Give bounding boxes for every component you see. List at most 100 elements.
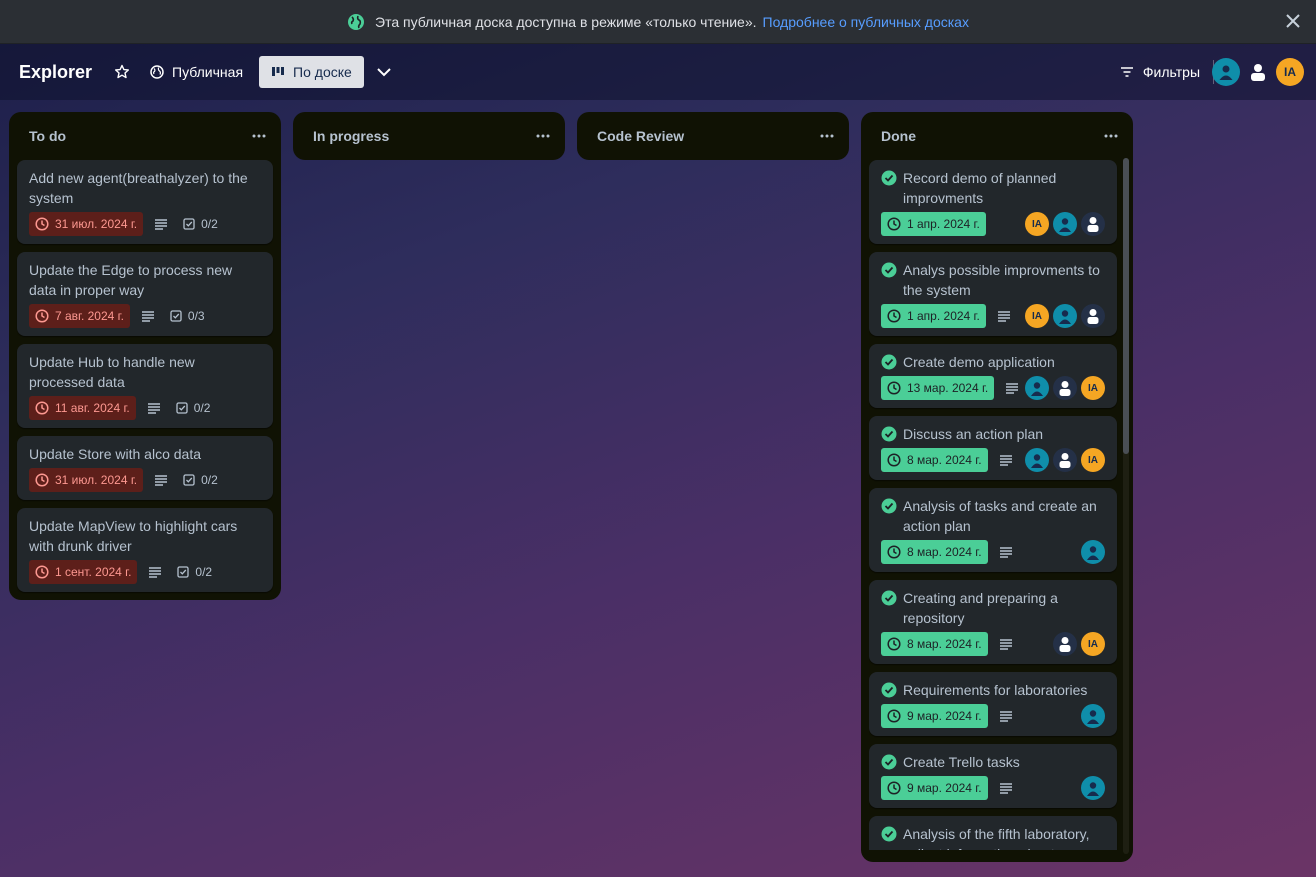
- member-avatar[interactable]: [1053, 376, 1077, 400]
- member-avatar[interactable]: [1053, 304, 1077, 328]
- member-avatar-ia[interactable]: IA: [1276, 58, 1304, 86]
- board-title[interactable]: Explorer: [19, 62, 92, 83]
- card[interactable]: Requirements for laboratories 9 мар. 202…: [869, 672, 1117, 736]
- due-date-badge[interactable]: 9 мар. 2024 г.: [881, 776, 988, 800]
- card[interactable]: Analysis of the fifth laboratory, collec…: [869, 816, 1117, 850]
- checklist-badge: 0/2: [177, 565, 212, 579]
- checkbox-icon: [176, 402, 188, 414]
- card[interactable]: Record demo of planned improvments 1 апр…: [869, 160, 1117, 244]
- card[interactable]: Analys possible improvments to the syste…: [869, 252, 1117, 336]
- member-avatar[interactable]: [1081, 212, 1105, 236]
- board-icon: [272, 67, 285, 76]
- check-circle-icon[interactable]: [881, 498, 897, 514]
- member-avatar[interactable]: [1025, 376, 1049, 400]
- filters-button[interactable]: Фильтры: [1120, 64, 1200, 80]
- list-scrollbar[interactable]: [1123, 158, 1129, 854]
- user-icon: [1219, 65, 1233, 80]
- checklist-badge: 0/3: [170, 309, 205, 323]
- scrollbar-thumb[interactable]: [1123, 158, 1129, 454]
- description-icon: [999, 547, 1012, 558]
- user-icon: [1059, 218, 1071, 232]
- member-avatar-ia[interactable]: IA: [1081, 376, 1105, 400]
- due-date-badge[interactable]: 1 апр. 2024 г.: [881, 212, 986, 236]
- card[interactable]: Update MapView to highlight cars with dr…: [17, 508, 273, 592]
- done-cards-container: Record demo of planned improvments 1 апр…: [869, 160, 1125, 850]
- card[interactable]: Update the Edge to process new data in p…: [17, 252, 273, 336]
- due-date-badge[interactable]: 7 авг. 2024 г.: [29, 304, 130, 328]
- list-header[interactable]: Done: [869, 112, 1125, 160]
- star-icon[interactable]: [114, 64, 130, 80]
- check-circle-icon[interactable]: [881, 170, 897, 186]
- description-icon: [155, 219, 168, 230]
- check-circle-icon[interactable]: [881, 262, 897, 278]
- visibility-button[interactable]: Публичная: [150, 64, 243, 80]
- check-circle-icon[interactable]: [881, 826, 897, 842]
- close-icon[interactable]: [1284, 12, 1302, 30]
- checklist-count: 0/2: [195, 565, 213, 579]
- member-avatar[interactable]: [1244, 58, 1272, 86]
- due-date-badge[interactable]: 8 мар. 2024 г.: [881, 448, 988, 472]
- banner-link[interactable]: Подробнее о публичных досках: [763, 14, 969, 30]
- member-avatar[interactable]: [1081, 540, 1105, 564]
- chevron-down-icon[interactable]: [376, 64, 392, 80]
- list-header[interactable]: In progress: [301, 112, 557, 160]
- description-icon: [999, 639, 1012, 650]
- list-header[interactable]: To do: [17, 112, 273, 160]
- card[interactable]: Analysis of tasks and create an action p…: [869, 488, 1117, 572]
- more-icon[interactable]: [249, 126, 269, 146]
- member-avatar-ia[interactable]: IA: [1025, 304, 1049, 328]
- member-avatar[interactable]: [1212, 58, 1240, 86]
- more-icon[interactable]: [533, 126, 553, 146]
- card-badges: 8 мар. 2024 г.: [881, 540, 1105, 564]
- more-icon[interactable]: [817, 126, 837, 146]
- due-date-badge[interactable]: 9 мар. 2024 г.: [881, 704, 988, 728]
- checkbox-icon: [183, 474, 195, 486]
- due-date-badge[interactable]: 1 апр. 2024 г.: [881, 304, 986, 328]
- more-icon[interactable]: [1101, 126, 1121, 146]
- avatar-initials: IA: [1284, 65, 1296, 79]
- due-date: 8 мар. 2024 г.: [907, 637, 982, 651]
- due-date-badge[interactable]: 8 мар. 2024 г.: [881, 540, 988, 564]
- due-date: 11 авг. 2024 г.: [55, 401, 130, 415]
- card[interactable]: Creating and preparing a repository 8 ма…: [869, 580, 1117, 664]
- member-avatar[interactable]: [1025, 448, 1049, 472]
- list-header[interactable]: Code Review: [585, 112, 841, 160]
- member-avatar-ia[interactable]: IA: [1025, 212, 1049, 236]
- card-members: IA: [1021, 376, 1105, 400]
- list-code-review: Code Review: [577, 112, 849, 160]
- member-avatar[interactable]: [1053, 448, 1077, 472]
- user-icon: [1031, 454, 1043, 468]
- card[interactable]: Create Trello tasks 9 мар. 2024 г.: [869, 744, 1117, 808]
- member-avatar-ia[interactable]: IA: [1081, 632, 1105, 656]
- check-circle-icon[interactable]: [881, 754, 897, 770]
- card[interactable]: Add new agent(breathalyzer) to the syste…: [17, 160, 273, 244]
- checklist-badge: 0/2: [183, 473, 218, 487]
- check-circle-icon[interactable]: [881, 590, 897, 606]
- member-avatar-ia[interactable]: IA: [1081, 448, 1105, 472]
- check-circle-icon[interactable]: [881, 682, 897, 698]
- member-avatar[interactable]: [1053, 632, 1077, 656]
- card[interactable]: Update Hub to handle new processed data …: [17, 344, 273, 428]
- due-date-badge[interactable]: 11 авг. 2024 г.: [29, 396, 136, 420]
- user-icon: [1087, 710, 1099, 724]
- due-date-badge[interactable]: 31 июл. 2024 г.: [29, 212, 144, 236]
- due-date: 1 апр. 2024 г.: [907, 309, 980, 323]
- member-avatar[interactable]: [1081, 704, 1105, 728]
- checklist-count: 0/3: [187, 309, 205, 323]
- due-date-badge[interactable]: 8 мар. 2024 г.: [881, 632, 988, 656]
- member-avatar[interactable]: [1081, 304, 1105, 328]
- card[interactable]: Update Store with alco data 31 июл. 2024…: [17, 436, 273, 500]
- globe-icon: [348, 13, 365, 30]
- due-date: 31 июл. 2024 г.: [55, 217, 138, 231]
- due-date-badge[interactable]: 31 июл. 2024 г.: [29, 468, 144, 492]
- list-title: To do: [29, 128, 67, 144]
- board-view-button[interactable]: По доске: [259, 56, 364, 88]
- member-avatar[interactable]: [1053, 212, 1077, 236]
- card[interactable]: Discuss an action plan 8 мар. 2024 г. IA: [869, 416, 1117, 480]
- check-circle-icon[interactable]: [881, 354, 897, 370]
- due-date-badge[interactable]: 1 сент. 2024 г.: [29, 560, 138, 584]
- check-circle-icon[interactable]: [881, 426, 897, 442]
- due-date-badge[interactable]: 13 мар. 2024 г.: [881, 376, 995, 400]
- member-avatar[interactable]: [1081, 776, 1105, 800]
- card[interactable]: Create demo application 13 мар. 2024 г. …: [869, 344, 1117, 408]
